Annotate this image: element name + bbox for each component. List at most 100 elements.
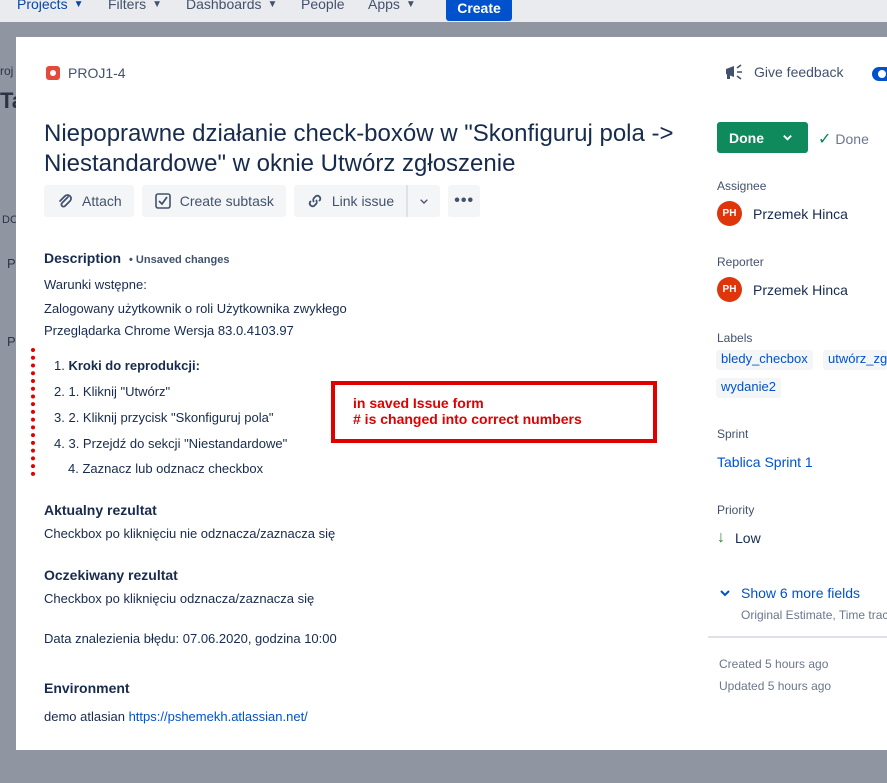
bg-fragment: P [7, 256, 16, 271]
environment-value: demo atlasian https://pshemekh.atlassian… [44, 709, 308, 724]
annotation-dotted-line [31, 348, 37, 476]
label-chip[interactable]: utwórz_zg [823, 350, 887, 370]
watch-icon[interactable] [872, 67, 887, 81]
nav-projects-label: Projects [17, 0, 68, 12]
give-feedback-button[interactable]: Give feedback [724, 63, 844, 81]
list-item: 2. 1. Kliknij "Utwórz" [54, 384, 170, 399]
nav-projects[interactable]: Projects ▼ [17, 0, 83, 12]
label-chip[interactable]: bledy_checbox [716, 350, 813, 370]
create-subtask-label: Create subtask [179, 193, 274, 209]
list-number: 2. [54, 384, 65, 399]
priority-field[interactable]: ↓ Low [717, 529, 761, 547]
list-number: 1. [54, 358, 65, 373]
link-issue-label: Link issue [331, 193, 395, 209]
chevron-down-icon [420, 199, 428, 204]
chevron-down-icon: ▼ [152, 0, 163, 10]
reporter-name: Przemek Hinca [753, 281, 848, 298]
chevron-down-icon [720, 590, 730, 597]
more-actions-button[interactable]: ••• [448, 185, 481, 217]
expected-result-heading: Oczekiwany rezultat [44, 567, 178, 583]
labels-label: Labels [717, 331, 753, 345]
chevron-down-icon [783, 135, 792, 141]
issue-title[interactable]: Niepoprawne działanie check-boxów w "Sko… [44, 119, 684, 179]
nav-filters[interactable]: Filters ▼ [108, 0, 162, 12]
nav-people[interactable]: People [301, 0, 345, 12]
bg-fragment: P [7, 334, 16, 349]
nav-filters-label: Filters [108, 0, 147, 12]
unsaved-changes-badge: • Unsaved changes [129, 254, 230, 266]
sprint-label: Sprint [717, 427, 749, 441]
status-dropdown-button[interactable]: Done [717, 122, 808, 153]
show-more-label: Show 6 more fields [741, 585, 861, 601]
subtask-icon [154, 193, 171, 209]
environment-prefix: demo atlasian [44, 709, 125, 724]
show-more-fields-button[interactable]: Show 6 more fields [719, 585, 860, 601]
attach-label: Attach [82, 193, 122, 209]
chevron-down-icon: ▼ [405, 0, 416, 10]
annotation-box: in saved Issue form # is changed into co… [331, 381, 657, 443]
attach-button[interactable]: Attach [44, 185, 134, 217]
description-header: Description • Unsaved changes [44, 250, 229, 266]
annotation-text: in saved Issue form [353, 395, 484, 411]
nav-apps[interactable]: Apps ▼ [368, 0, 416, 12]
resolution-label: Done [835, 131, 869, 147]
paperclip-icon [59, 194, 72, 208]
issue-key-label: PROJ1-4 [68, 65, 126, 81]
show-more-subtitle: Original Estimate, Time trac [741, 608, 887, 622]
found-date-text: Data znalezienia błędu: 07.06.2020, godz… [44, 631, 337, 646]
description-heading: Description [44, 250, 122, 266]
description-line: Zalogowany użytkownik o roli Użytkownika… [44, 301, 347, 316]
nav-apps-label: Apps [368, 0, 400, 12]
nav-people-label: People [301, 0, 345, 12]
issue-key[interactable]: PROJ1-4 [46, 65, 126, 81]
link-issue-dropdown[interactable] [408, 185, 441, 217]
environment-heading: Environment [44, 680, 130, 696]
list-number: 4. [54, 436, 65, 451]
list-item: 1. Kroki do reprodukcji: [54, 358, 200, 373]
priority-label: Priority [717, 503, 755, 517]
list-text: 1. Kliknij "Utwórz" [68, 384, 171, 399]
list-item: 3. 2. Kliknij przycisk "Skonfiguruj pola… [54, 410, 274, 425]
check-icon: ✓ [818, 131, 832, 148]
list-item: 4. 3. Przejdź do sekcji "Niestandardowe" [54, 436, 287, 451]
assignee-name: Przemek Hinca [753, 205, 848, 222]
assignee-label: Assignee [717, 179, 767, 193]
resolution-status: ✓ Done [818, 129, 869, 149]
list-text: 3. Przejdź do sekcji "Niestandardowe" [68, 436, 288, 451]
reporter-field[interactable]: PH Przemek Hinca [717, 277, 848, 302]
priority-value: Low [735, 530, 761, 546]
create-button[interactable]: Create [446, 0, 512, 21]
issue-modal: PROJ1-4 Give feedback Niepoprawne działa… [16, 37, 887, 750]
expected-result-text: Checkbox po kliknięciu odznacza/zaznacza… [44, 591, 315, 606]
environment-link[interactable]: https://pshemekh.atlassian.net/ [129, 709, 308, 724]
annotation-text: # is changed into correct numbers [353, 411, 582, 427]
avatar: PH [717, 201, 742, 226]
link-icon [308, 194, 322, 208]
actual-result-heading: Aktualny rezultat [44, 502, 157, 518]
status-label: Done [729, 129, 764, 146]
updated-timestamp: Updated 5 hours ago [719, 679, 832, 693]
bug-icon [46, 66, 60, 80]
assignee-field[interactable]: PH Przemek Hinca [717, 201, 848, 226]
description-line: Przeglądarka Chrome Wersja 83.0.4103.97 [44, 323, 294, 338]
give-feedback-label: Give feedback [754, 64, 844, 80]
list-text: 4. Zaznacz lub odznacz checkbox [68, 461, 264, 476]
bg-fragment: roj [0, 64, 14, 78]
nav-dashboards[interactable]: Dashboards ▼ [186, 0, 277, 12]
list-number: 3. [54, 410, 65, 425]
top-navigation: Projects ▼ Filters ▼ Dashboards ▼ People Ap… [0, 0, 887, 22]
chevron-down-icon: ▼ [267, 0, 278, 10]
chevron-down-icon: ▼ [73, 0, 84, 10]
list-text: Kroki do reprodukcji: [68, 358, 200, 373]
created-timestamp: Created 5 hours ago [719, 657, 829, 671]
nav-dashboards-label: Dashboards [186, 0, 262, 12]
actual-result-text: Checkbox po kliknięciu nie odznacza/zazn… [44, 526, 336, 541]
create-subtask-button[interactable]: Create subtask [141, 185, 286, 217]
sprint-link[interactable]: Tablica Sprint 1 [717, 454, 813, 470]
divider [708, 636, 887, 638]
megaphone-icon [726, 64, 742, 80]
reporter-label: Reporter [717, 255, 764, 269]
avatar: PH [717, 277, 742, 302]
label-chip[interactable]: wydanie2 [716, 378, 781, 398]
link-issue-button[interactable]: Link issue [293, 185, 407, 217]
